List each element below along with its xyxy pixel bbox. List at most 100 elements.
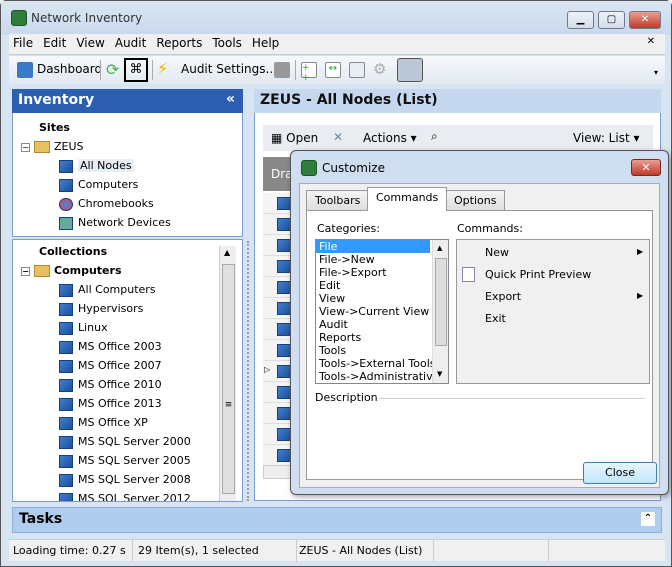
category-item[interactable]: View->Current View — [316, 305, 430, 318]
table-row[interactable] — [263, 235, 293, 256]
fit-columns-icon[interactable]: ↔ — [325, 62, 341, 78]
table-row[interactable] — [263, 256, 293, 277]
tree-collection-computers[interactable]: − Computers — [21, 264, 122, 277]
tab-toolbars[interactable]: Toolbars — [306, 190, 370, 210]
menu-tools[interactable]: Tools — [208, 34, 246, 50]
menu-edit[interactable]: Edit — [39, 34, 70, 50]
menu-close-icon[interactable]: ✕ — [643, 34, 659, 47]
tab-options[interactable]: Options — [445, 190, 506, 210]
tools-icon[interactable] — [274, 62, 290, 78]
category-item[interactable]: View — [316, 292, 430, 305]
collections-scrollbar[interactable]: ▲ ≡ — [219, 246, 236, 501]
tree-collection-item[interactable]: MS Office 2013 — [59, 397, 162, 411]
splitter[interactable] — [247, 241, 250, 501]
submenu-arrow-icon: ▶ — [637, 291, 644, 300]
categories-scrollbar[interactable]: ▲ ▼ — [432, 240, 448, 383]
tree-collection-item[interactable]: Hypervisors — [59, 302, 143, 316]
table-row[interactable] — [263, 193, 293, 214]
menu-reports[interactable]: Reports — [152, 34, 206, 50]
tree-collection-item[interactable]: MS Office 2003 — [59, 340, 162, 354]
audit-settings-button[interactable]: Audit Settings... — [181, 62, 277, 76]
collapse-panel-button[interactable]: « — [226, 91, 235, 107]
table-row[interactable]: ▷ — [263, 361, 293, 382]
dialog-close-icon[interactable]: ✕ — [631, 159, 661, 176]
tree-computers[interactable]: Computers — [59, 178, 138, 192]
lightning-icon[interactable]: ⚡ — [157, 59, 168, 78]
category-item[interactable]: File->Export — [316, 266, 430, 279]
dashboard-button[interactable]: Dashboard — [37, 62, 102, 76]
maximize-button[interactable]: ▢ — [598, 11, 625, 29]
category-item[interactable]: Tools->External Tools — [316, 357, 436, 370]
category-item[interactable]: Reports — [316, 331, 430, 344]
table-row[interactable] — [263, 277, 293, 298]
tree-collection-item[interactable]: MS Office 2010 — [59, 378, 162, 392]
gear-icon[interactable]: ⚙ — [373, 60, 386, 78]
tab-commands[interactable]: Commands — [367, 187, 448, 211]
tasks-panel[interactable]: Tasks ⌃ — [12, 507, 662, 533]
menu-file[interactable]: File — [9, 34, 37, 50]
toolbar-overflow-icon[interactable]: ▾ — [654, 68, 658, 77]
menu-help[interactable]: Help — [248, 34, 283, 50]
node-icon — [277, 197, 291, 210]
table-row[interactable] — [263, 403, 293, 424]
node-icon — [277, 449, 291, 462]
table-row[interactable] — [263, 298, 293, 319]
minimize-button[interactable]: ▁ — [567, 11, 594, 29]
table-row[interactable] — [263, 214, 293, 235]
computer-icon — [59, 492, 73, 501]
category-item[interactable]: Tools — [316, 344, 430, 357]
category-item[interactable]: Edit — [316, 279, 430, 292]
menu-audit[interactable]: Audit — [111, 34, 150, 50]
command-item[interactable]: Exit — [457, 310, 649, 328]
close-window-button[interactable]: ✕ — [629, 11, 661, 29]
computer-icon — [59, 435, 73, 449]
expand-tasks-icon[interactable]: ⌃ — [641, 512, 655, 526]
close-button[interactable]: Close — [583, 462, 657, 484]
add-columns-icon[interactable]: + + — [301, 62, 317, 83]
open-button[interactable]: ▦ Open — [271, 131, 318, 145]
tree-site-zeus[interactable]: − ZEUS — [21, 140, 84, 153]
tree-collection-item[interactable]: All Computers — [59, 283, 156, 297]
category-item[interactable]: File->New — [316, 253, 430, 266]
tree-collection-item[interactable]: MS Office 2007 — [59, 359, 162, 373]
table-row[interactable] — [263, 382, 293, 403]
command-item[interactable]: Quick Print Preview — [457, 266, 649, 284]
refresh-icon[interactable]: ⟳ — [106, 60, 119, 79]
binoculars-icon[interactable]: ⌘ — [124, 58, 148, 82]
node-icon — [277, 281, 291, 294]
delete-icon[interactable]: ✕ — [333, 130, 343, 144]
table-row[interactable] — [263, 319, 293, 340]
menu-view[interactable]: View — [72, 34, 108, 50]
tree-network-devices[interactable]: Network Devices — [59, 216, 171, 230]
status-loading-time: Loading time: 0.27 s — [13, 544, 126, 557]
tree-all-nodes[interactable]: All Nodes — [59, 159, 134, 173]
dialog-title: Customize — [322, 161, 385, 175]
list-icon[interactable] — [349, 62, 365, 78]
table-row[interactable] — [263, 340, 293, 361]
category-item[interactable]: Tools->Administrative — [316, 370, 439, 383]
actions-button[interactable]: Actions ▾ — [363, 131, 417, 145]
table-row[interactable] — [263, 424, 293, 445]
category-item[interactable]: File — [316, 240, 430, 253]
command-item[interactable]: New ▶ — [457, 244, 649, 262]
computer-icon — [59, 321, 73, 335]
view-button[interactable]: View: List ▾ — [573, 131, 640, 145]
tree-collection-item[interactable]: MS SQL Server 2005 — [59, 454, 191, 468]
table-row[interactable] — [263, 445, 293, 466]
node-icon — [277, 323, 291, 336]
category-item[interactable]: Audit — [316, 318, 430, 331]
commands-list[interactable]: New ▶ Quick Print Preview Export ▶ Exit — [456, 239, 650, 384]
panel-layout-icon[interactable] — [397, 58, 423, 82]
toolbar: Dashboard ⟳ ⌘ ⚡ Audit Settings... + + ↔ … — [9, 56, 665, 84]
search-icon[interactable]: ⌕ — [431, 129, 438, 144]
tree-collection-item[interactable]: MS SQL Server 2012 — [59, 492, 191, 501]
command-item[interactable]: Export ▶ — [457, 288, 649, 306]
tree-chromebooks[interactable]: Chromebooks — [59, 197, 154, 211]
categories-list[interactable]: File File->New File->Export Edit View View->C… — [315, 239, 449, 384]
tree-collection-item[interactable]: MS Office XP — [59, 416, 148, 430]
tree-collection-item[interactable]: MS SQL Server 2000 — [59, 435, 191, 449]
tree-collection-item[interactable]: MS SQL Server 2008 — [59, 473, 191, 487]
tree-collection-item[interactable]: Linux — [59, 321, 108, 335]
main-title: ZEUS - All Nodes (List) — [260, 92, 438, 108]
dialog-body: Toolbars Commands Options Categories: Fi… — [299, 183, 660, 488]
